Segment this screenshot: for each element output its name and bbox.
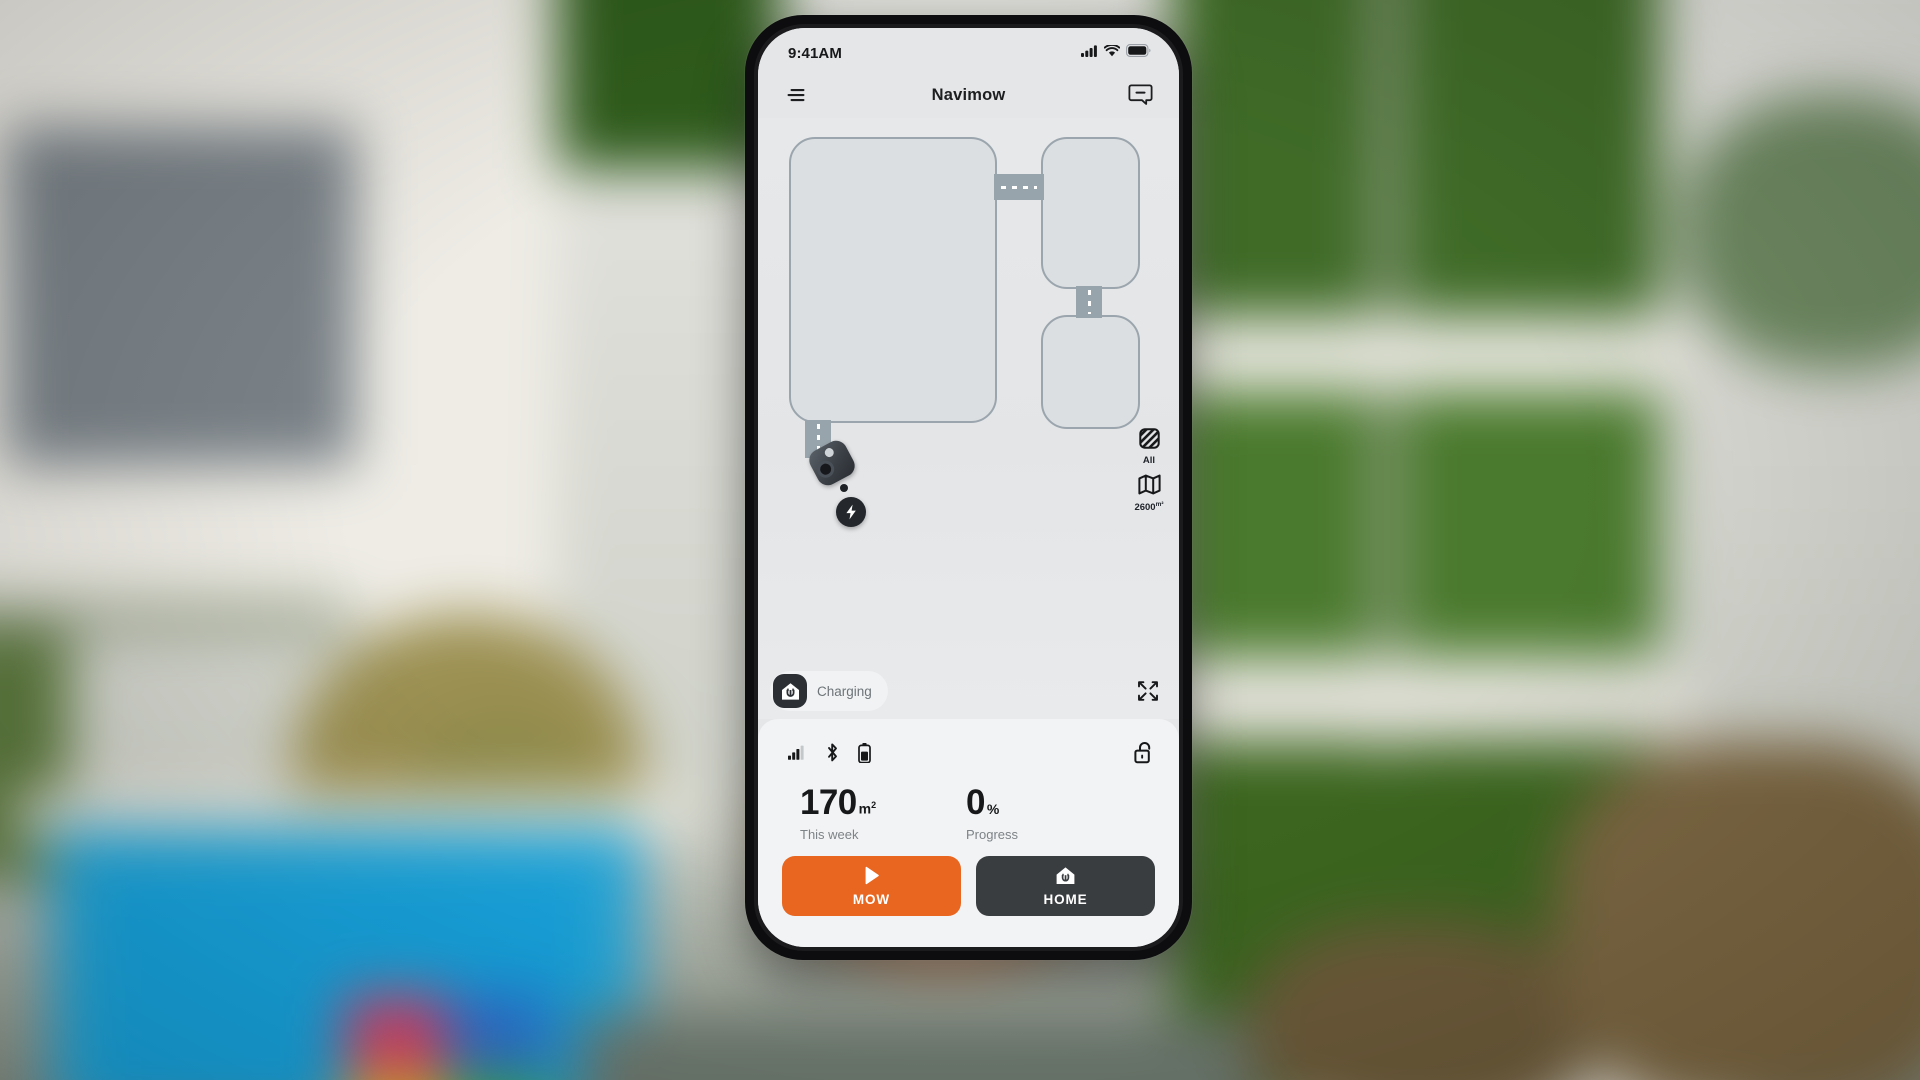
map-zone-lower-right[interactable]	[1041, 315, 1140, 429]
control-sheet: 170 m2 This week 0 % Progress MOW HOME	[758, 719, 1179, 947]
map-zone-main[interactable]	[789, 137, 997, 423]
play-triangle-icon	[861, 865, 882, 889]
weekly-area-unit: m2	[858, 800, 877, 817]
status-bar: 9:41AM	[758, 28, 1179, 72]
status-clock: 9:41AM	[788, 44, 842, 62]
message-bubble-icon[interactable]	[1125, 80, 1155, 110]
home-dock-icon	[1055, 866, 1076, 889]
stats-row: 170 m2 This week 0 % Progress	[782, 785, 1155, 842]
status-icons	[1081, 43, 1151, 62]
collapse-arrows-icon[interactable]	[1133, 676, 1163, 706]
battery-vertical-icon	[858, 742, 871, 768]
phone-bezel: 9:41AM Navimow All 2600m² Charging 170 m…	[754, 24, 1183, 951]
weekly-area-value: 170	[800, 783, 857, 822]
cellular-signal-icon	[1081, 44, 1098, 62]
map-zone-upper-right[interactable]	[1041, 137, 1140, 289]
phone-device: 9:41AM Navimow All 2600m² Charging 170 m…	[745, 15, 1192, 960]
lightning-bolt-icon	[836, 497, 866, 527]
folded-map-icon	[1137, 474, 1161, 500]
phone-screen: 9:41AM Navimow All 2600m² Charging 170 m…	[758, 28, 1179, 947]
signal-bars-icon	[788, 745, 806, 765]
wifi-icon	[1103, 43, 1121, 62]
weekly-area-caption: This week	[800, 827, 859, 842]
progress-stat: 0 % Progress	[966, 785, 1132, 842]
bluetooth-icon	[825, 743, 839, 767]
home-button[interactable]: HOME	[976, 856, 1155, 916]
progress-value: 0	[966, 783, 985, 822]
progress-caption: Progress	[966, 827, 1019, 842]
map-status-row: Charging	[758, 669, 1179, 713]
lawn-map[interactable]: All 2600m² Charging	[758, 118, 1179, 719]
hamburger-menu-icon[interactable]	[782, 80, 812, 110]
action-buttons: MOW HOME	[782, 856, 1155, 916]
mow-button-label: MOW	[852, 892, 891, 907]
mower-trail-dot	[840, 484, 848, 492]
status-badge[interactable]: Charging	[770, 671, 888, 711]
progress-unit: %	[986, 801, 1000, 817]
home-button-label: HOME	[1043, 891, 1088, 907]
mow-button[interactable]: MOW	[782, 856, 961, 916]
total-area-button[interactable]: 2600m²	[1127, 474, 1171, 513]
mower-indicators	[782, 741, 1155, 769]
charging-dock-icon	[773, 674, 807, 708]
map-path-upper-to-lower	[1076, 286, 1102, 318]
weekly-area-stat: 170 m2 This week	[800, 785, 966, 842]
app-bar: Navimow	[758, 72, 1179, 118]
unlocked-padlock-icon[interactable]	[1133, 741, 1155, 769]
page-title: Navimow	[931, 85, 1006, 104]
status-label: Charging	[817, 683, 872, 699]
hatched-square-icon	[1138, 428, 1160, 454]
zone-filter-all-button[interactable]: All	[1127, 428, 1171, 466]
total-area-label: 2600m²	[1134, 501, 1164, 514]
battery-icon	[1126, 44, 1151, 62]
zone-filter-all-label: All	[1142, 455, 1156, 466]
map-path-main-to-upper	[994, 174, 1044, 200]
